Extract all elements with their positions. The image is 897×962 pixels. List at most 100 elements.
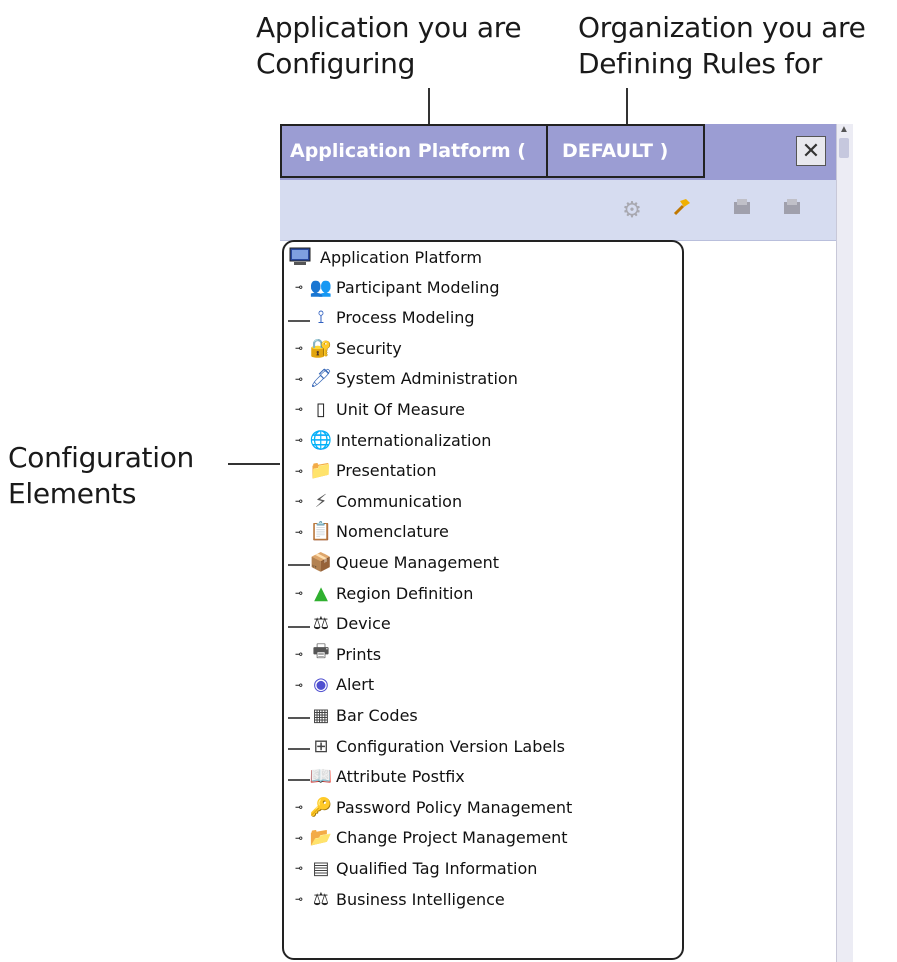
- attribute-icon: 📖: [309, 766, 333, 788]
- tree-branch-line: [288, 708, 310, 722]
- printer-icon: 🖶: [312, 641, 330, 663]
- tree-item[interactable]: ⊸ 📂 Change Project Management: [288, 823, 568, 853]
- tree-item[interactable]: ⊸ ⚡ Communication: [288, 486, 462, 516]
- callout-application-line1: Application you are: [256, 11, 522, 44]
- tree-item-label: Change Project Management: [336, 828, 568, 848]
- expand-toggle-icon[interactable]: ⊸: [288, 372, 310, 386]
- tree-item-label: Bar Codes: [336, 705, 418, 725]
- expand-toggle-icon[interactable]: ⊸: [288, 678, 310, 692]
- expand-toggle-icon[interactable]: ⊸: [288, 831, 310, 845]
- expand-toggle-icon[interactable]: ⊸: [288, 647, 310, 661]
- tree-item[interactable]: ⊸ 🌐 Internationalization: [288, 425, 491, 455]
- process-icon: ⟟: [317, 307, 325, 329]
- tree-item-label: Qualified Tag Information: [336, 858, 538, 878]
- monitor-icon: [288, 247, 312, 267]
- expand-toggle-icon[interactable]: ⊸: [288, 433, 310, 447]
- globe-icon: 🌐: [309, 429, 333, 451]
- expand-toggle-icon[interactable]: ⊸: [288, 892, 310, 906]
- expand-toggle-icon[interactable]: ⊸: [288, 800, 310, 814]
- expand-toggle-icon[interactable]: ⊸: [288, 280, 310, 294]
- tree-item[interactable]: ⊸ 🖶 Prints: [288, 639, 381, 669]
- tree-branch-line: [288, 770, 310, 784]
- password-icon: 🔑: [309, 796, 333, 818]
- device-icon: ⚖: [312, 613, 330, 635]
- tree-item-label: Queue Management: [336, 552, 500, 572]
- tag-icon: ▤: [312, 857, 330, 879]
- scroll-thumb[interactable]: [839, 138, 849, 158]
- tree-root[interactable]: Application Platform: [288, 242, 482, 272]
- save-button[interactable]: [726, 194, 758, 226]
- leader-line-organization: [626, 88, 628, 126]
- tree-item-label: Participant Modeling: [336, 277, 500, 297]
- expand-toggle-icon[interactable]: ⊸: [288, 402, 310, 416]
- save-all-icon: [781, 196, 803, 224]
- expand-toggle-icon[interactable]: ⊸: [288, 341, 310, 355]
- callout-application: Application you are Configuring: [256, 10, 522, 82]
- tree-item-label: Configuration Version Labels: [336, 736, 566, 756]
- tree-item-label: Device: [336, 614, 391, 634]
- callout-organization-line1: Organization you are: [578, 11, 866, 44]
- vertical-scrollbar[interactable]: ▲: [836, 124, 853, 962]
- gear-button[interactable]: ⚙: [616, 194, 648, 226]
- tree-item[interactable]: ⊸ ◉ Alert: [288, 670, 374, 700]
- expand-toggle-icon[interactable]: ⊸: [288, 861, 310, 875]
- leader-line-application: [428, 88, 430, 126]
- tree-item-label: Security: [336, 338, 402, 358]
- save-all-button[interactable]: [776, 194, 808, 226]
- bi-icon: ⚖: [312, 888, 330, 910]
- application-highlight-box: [280, 124, 548, 178]
- tree-item[interactable]: 📦 Queue Management: [288, 547, 499, 577]
- gear-icon: ⚙: [622, 197, 642, 222]
- expand-toggle-icon[interactable]: ⊸: [288, 525, 310, 539]
- tree-item[interactable]: ⊸ 🔑 Password Policy Management: [288, 792, 572, 822]
- tree-item[interactable]: ⊸ 📁 Presentation: [288, 456, 436, 486]
- tree-item-label: Unit Of Measure: [336, 399, 465, 419]
- tree-item[interactable]: ⊸ ▲ Region Definition: [288, 578, 473, 608]
- presentation-icon: 📁: [309, 460, 333, 482]
- tree-branch-line: [288, 739, 310, 753]
- tree-item[interactable]: 📖 Attribute Postfix: [288, 762, 465, 792]
- callout-configuration-line1: Configuration: [8, 441, 194, 474]
- hammer-icon: [671, 196, 693, 224]
- tree-item[interactable]: ⊸ ▤ Qualified Tag Information: [288, 853, 537, 883]
- tree-item[interactable]: ▦ Bar Codes: [288, 700, 418, 730]
- tree-item[interactable]: ⊸ 📋 Nomenclature: [288, 517, 449, 547]
- tree-item[interactable]: ⚖ Device: [288, 609, 391, 639]
- tree-branch-line: [288, 311, 310, 325]
- hammer-button[interactable]: [666, 194, 698, 226]
- configuration-tree: Application Platform ⊸ 👥 Participant Model…: [282, 240, 684, 960]
- tree-item[interactable]: ⊸ ⚖ Business Intelligence: [288, 884, 505, 914]
- tree-item-label: Password Policy Management: [336, 797, 573, 817]
- callout-configuration-line2: Elements: [8, 477, 137, 510]
- callout-organization: Organization you are Defining Rules for: [578, 10, 866, 82]
- tree-item-label: Communication: [336, 491, 463, 511]
- save-icon: [731, 196, 753, 224]
- tree-item[interactable]: ⊸ 🔐 Security: [288, 333, 402, 363]
- tree-item[interactable]: ⟟ Process Modeling: [288, 303, 475, 333]
- tree-item[interactable]: ⊸ 👥 Participant Modeling: [288, 272, 500, 302]
- table-icon: ⊞: [313, 735, 329, 757]
- tree-item-label: Business Intelligence: [336, 889, 505, 909]
- expand-toggle-icon[interactable]: ⊸: [288, 586, 310, 600]
- expand-toggle-icon[interactable]: ⊸: [288, 464, 310, 478]
- tree-item-label: Process Modeling: [336, 308, 475, 328]
- tree-branch-line: [288, 555, 310, 569]
- callout-application-line2: Configuring: [256, 47, 416, 80]
- security-icon: 🔐: [309, 337, 333, 359]
- callout-organization-line2: Defining Rules for: [578, 47, 822, 80]
- scroll-up-arrow-icon[interactable]: ▲: [836, 124, 852, 136]
- measure-icon: ▯: [316, 398, 326, 420]
- queue-icon: 📦: [309, 551, 333, 573]
- close-icon: ✕: [801, 138, 821, 163]
- tree-item-label: Attribute Postfix: [336, 767, 465, 787]
- change-project-icon: 📂: [309, 827, 333, 849]
- tree-item-label: Nomenclature: [336, 522, 449, 542]
- communication-icon: ⚡: [314, 490, 328, 512]
- participant-icon: 👥: [309, 276, 333, 298]
- tree-item[interactable]: ⊸ ▯ Unit Of Measure: [288, 394, 465, 424]
- close-button[interactable]: ✕: [796, 136, 826, 166]
- expand-toggle-icon[interactable]: ⊸: [288, 494, 310, 508]
- tree-item[interactable]: ⊞ Configuration Version Labels: [288, 731, 565, 761]
- tree-item-label: Internationalization: [336, 430, 492, 450]
- tree-item[interactable]: ⊸ 🖊 System Administration: [288, 364, 517, 394]
